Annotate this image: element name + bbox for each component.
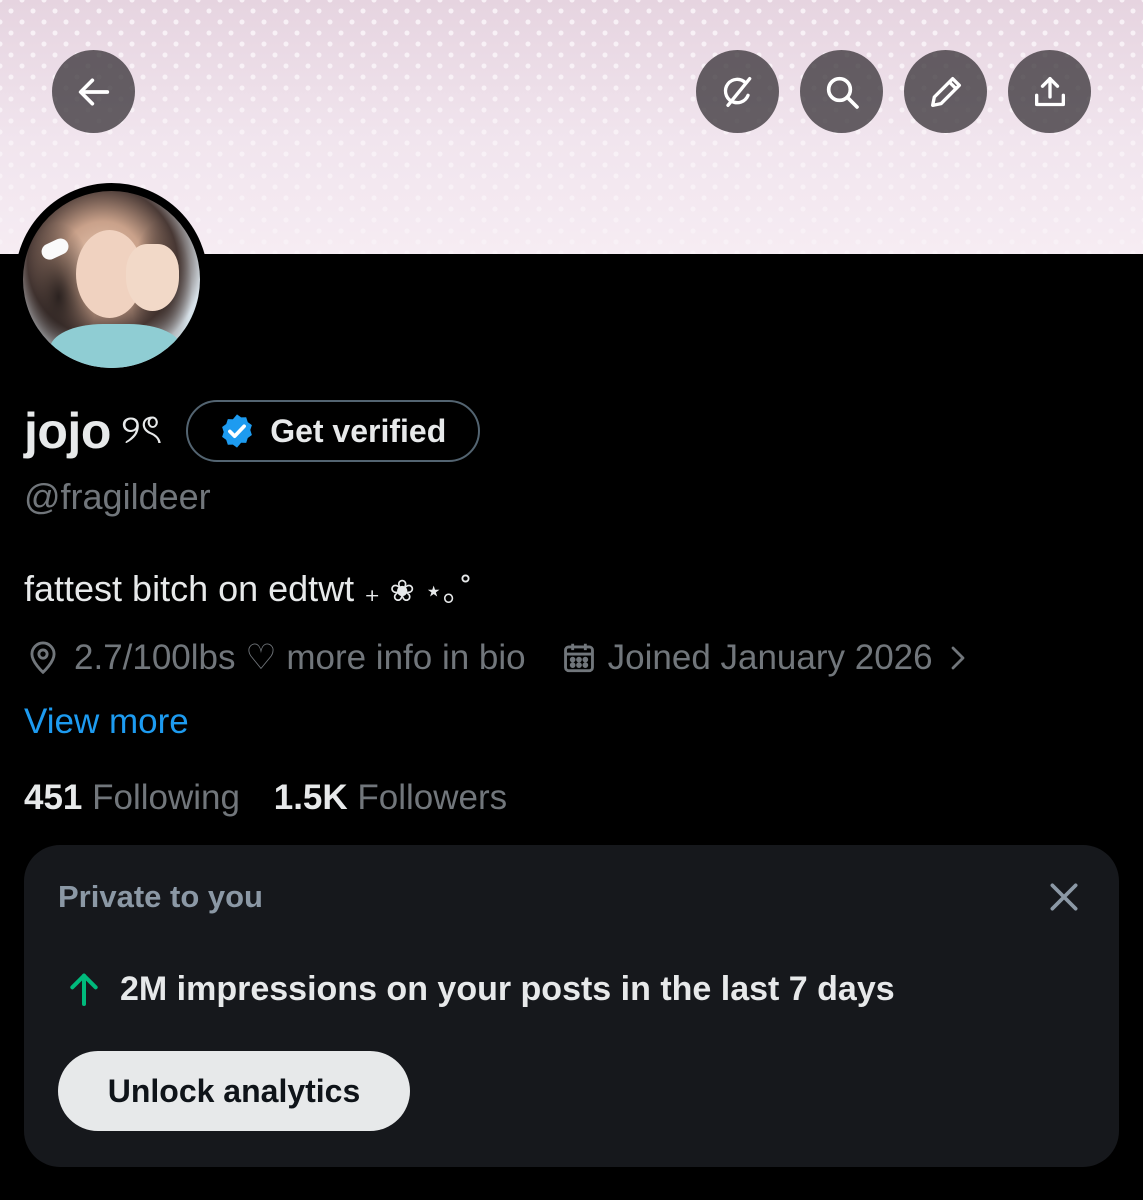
get-verified-label: Get verified <box>270 412 447 449</box>
location-text: 2.7/100lbs ♡ more info in bio <box>74 638 526 677</box>
back-button[interactable] <box>52 50 135 133</box>
avatar-photo <box>23 191 200 368</box>
verified-badge-icon <box>222 414 253 448</box>
bio-decoration: ₊ ❀ ⋆｡˚ <box>364 574 474 609</box>
calendar-icon <box>563 643 594 673</box>
name-row: jojo ୨ৎ Get verified <box>24 400 481 462</box>
profile-meta: 2.7/100lbs ♡ more info in bio Joined Jan… <box>24 634 973 682</box>
following-link[interactable]: 451 Following <box>24 778 240 817</box>
bio-text: fattest bitch on edtwt <box>24 568 355 609</box>
unlock-analytics-button[interactable]: Unlock analytics <box>58 1051 410 1131</box>
name-decoration: ୨ৎ <box>120 406 163 453</box>
back-arrow-icon <box>78 78 109 105</box>
chevron-right-icon[interactable] <box>943 643 973 673</box>
private-to-you-label: Private to you <box>58 879 263 914</box>
joined-date[interactable]: Joined January 2026 <box>608 638 933 678</box>
bio: fattest bitch on edtwt ₊ ❀ ⋆｡˚ <box>24 566 473 610</box>
view-more-link[interactable]: View more <box>24 702 189 742</box>
followers-link[interactable]: 1.5K Followers <box>274 778 507 817</box>
search-icon <box>826 76 859 109</box>
get-verified-button[interactable]: Get verified <box>186 400 481 462</box>
close-icon[interactable] <box>1044 877 1084 917</box>
profile-page: jojo ୨ৎ Get verified @fragildeer fattest… <box>0 0 1143 1200</box>
follow-stats: 451 Following 1.5K Followers <box>24 778 507 818</box>
grok-icon <box>723 76 751 107</box>
location-pin-icon <box>30 641 56 675</box>
private-analytics-card: Private to you 2M impressions on your po… <box>24 845 1119 1167</box>
share-icon <box>1034 76 1065 106</box>
share-button[interactable] <box>1008 50 1091 133</box>
impressions-row: 2M impressions on your posts in the last… <box>64 969 895 1009</box>
following-label: Following <box>92 778 240 817</box>
edit-button[interactable] <box>904 50 987 133</box>
display-name: jojo <box>24 403 111 459</box>
followers-count: 1.5K <box>273 778 348 817</box>
username-handle: @fragildeer <box>24 476 211 517</box>
avatar[interactable] <box>15 183 208 376</box>
search-button[interactable] <box>800 50 883 133</box>
followers-label: Followers <box>357 778 508 817</box>
following-count: 451 <box>24 778 83 817</box>
arrow-up-icon <box>70 973 98 1006</box>
edit-icon <box>930 76 961 107</box>
impressions-text: 2M impressions on your posts in the last… <box>120 969 895 1008</box>
grok-button[interactable] <box>696 50 779 133</box>
